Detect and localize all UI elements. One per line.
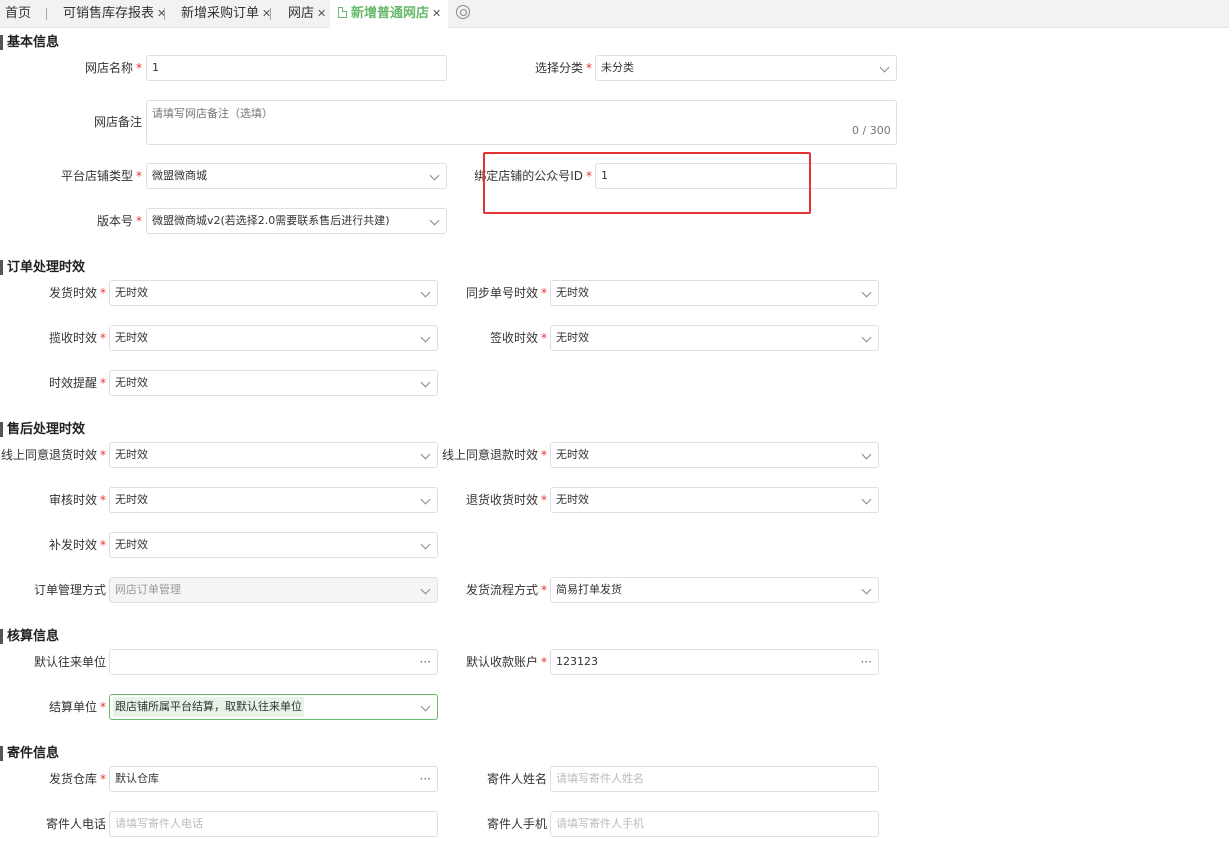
tab-inventory-report[interactable]: 可销售库存报表 ✕: [63, 0, 166, 28]
return-receive-time-label: 退货收货时效 *: [465, 493, 547, 507]
sender-phone-label: 寄件人电话: [45, 817, 106, 831]
order-mgmt-select: 网店订单管理: [109, 577, 438, 603]
chevron-down-icon: [879, 62, 890, 73]
sender-phone-input[interactable]: 请填写寄件人电话: [109, 811, 438, 837]
chevron-down-icon: [861, 287, 872, 298]
sign-time-label: 签收时效 *: [489, 331, 547, 345]
chevron-down-icon: [420, 449, 431, 460]
platform-type-label: 平台店铺类型 *: [60, 169, 142, 183]
chevron-down-icon: [861, 449, 872, 460]
platform-type-select[interactable]: 微盟微商城: [146, 163, 447, 189]
remark-char-counter: 0 / 300: [852, 124, 891, 137]
more-icon[interactable]: ···: [861, 650, 872, 674]
section-aftersale-timeliness: 售后处理时效: [0, 422, 85, 437]
reissue-time-select[interactable]: 无时效: [109, 532, 438, 558]
tab-separator: [164, 8, 165, 20]
ship-time-select[interactable]: 无时效: [109, 280, 438, 306]
chevron-down-icon: [420, 584, 431, 595]
ship-process-label: 发货流程方式 *: [465, 583, 547, 597]
remark-textarea[interactable]: [146, 100, 897, 145]
section-sender-info: 寄件信息: [0, 746, 59, 761]
default-account-input[interactable]: 123123 ···: [550, 649, 879, 675]
chevron-down-icon: [861, 494, 872, 505]
chevron-down-icon: [420, 701, 431, 712]
chevron-down-icon: [429, 215, 440, 226]
tab-new-store[interactable]: 新增普通网店 ✕: [330, 0, 448, 28]
sender-mobile-input[interactable]: 请填写寄件人手机: [550, 811, 879, 837]
chevron-down-icon: [420, 539, 431, 550]
chevron-down-icon: [861, 332, 872, 343]
tab-separator: [46, 8, 47, 20]
online-refund-label: 线上同意退款时效 *: [441, 448, 547, 462]
chevron-down-icon: [861, 584, 872, 595]
chevron-down-icon: [420, 287, 431, 298]
section-order-timeliness: 订单处理时效: [0, 260, 85, 275]
order-mgmt-label: 订单管理方式: [33, 583, 106, 597]
category-label: 选择分类 *: [534, 61, 592, 75]
store-name-label: 网店名称 *: [84, 61, 142, 75]
sender-mobile-label: 寄件人手机: [486, 817, 547, 831]
sender-name-input[interactable]: 请填写寄件人姓名: [550, 766, 879, 792]
gear-icon[interactable]: [456, 5, 470, 19]
sign-time-select[interactable]: 无时效: [550, 325, 879, 351]
review-time-label: 审核时效 *: [48, 493, 106, 507]
chevron-down-icon: [420, 377, 431, 388]
more-icon[interactable]: ···: [420, 650, 431, 674]
online-return-goods-select[interactable]: 无时效: [109, 442, 438, 468]
reminder-select[interactable]: 无时效: [109, 370, 438, 396]
settle-unit-select[interactable]: 跟店铺所属平台结算，取默认往来单位: [109, 694, 438, 720]
close-icon[interactable]: ✕: [317, 7, 326, 20]
default-partner-label: 默认往来单位: [33, 655, 106, 669]
reminder-label: 时效提醒 *: [48, 376, 106, 390]
sync-no-time-label: 同步单号时效 *: [465, 286, 547, 300]
online-return-goods-label: 线上同意退货时效 *: [0, 448, 106, 462]
tab-new-purchase-order[interactable]: 新增采购订单 ✕: [181, 0, 271, 28]
store-name-input[interactable]: 1: [146, 55, 447, 81]
sync-no-time-select[interactable]: 无时效: [550, 280, 879, 306]
review-time-select[interactable]: 无时效: [109, 487, 438, 513]
chevron-down-icon: [429, 170, 440, 181]
reissue-time-label: 补发时效 *: [48, 538, 106, 552]
return-receive-time-select[interactable]: 无时效: [550, 487, 879, 513]
online-refund-select[interactable]: 无时效: [550, 442, 879, 468]
tab-stores[interactable]: 网店 ✕: [288, 0, 326, 28]
warehouse-label: 发货仓库 *: [48, 772, 106, 786]
close-icon[interactable]: ✕: [432, 7, 441, 20]
chevron-down-icon: [420, 494, 431, 505]
tab-bar: 首页 可销售库存报表 ✕ 新增采购订单 ✕ 网店 ✕ 新增普通网店 ✕: [0, 0, 1229, 28]
warehouse-input[interactable]: 默认仓库 ···: [109, 766, 438, 792]
chevron-down-icon: [420, 332, 431, 343]
version-label: 版本号 *: [96, 214, 142, 228]
more-icon[interactable]: ···: [420, 767, 431, 791]
settle-unit-label: 结算单位 *: [48, 700, 106, 714]
ship-time-label: 发货时效 *: [48, 286, 106, 300]
category-select[interactable]: 未分类: [595, 55, 897, 81]
ship-process-select[interactable]: 简易打单发货: [550, 577, 879, 603]
tab-home[interactable]: 首页: [5, 0, 31, 28]
pickup-time-select[interactable]: 无时效: [109, 325, 438, 351]
section-basic-info: 基本信息: [0, 35, 59, 50]
version-select[interactable]: 微盟微商城v2(若选择2.0需要联系售后进行共建): [146, 208, 447, 234]
highlight-box: [483, 152, 811, 214]
pickup-time-label: 揽收时效 *: [48, 331, 106, 345]
remark-label: 网店备注: [93, 115, 142, 129]
sender-name-label: 寄件人姓名: [486, 772, 547, 786]
document-icon: [338, 7, 347, 18]
section-accounting: 核算信息: [0, 629, 59, 644]
default-account-label: 默认收款账户 *: [465, 655, 547, 669]
tab-separator: [270, 8, 271, 20]
default-partner-input[interactable]: ···: [109, 649, 438, 675]
